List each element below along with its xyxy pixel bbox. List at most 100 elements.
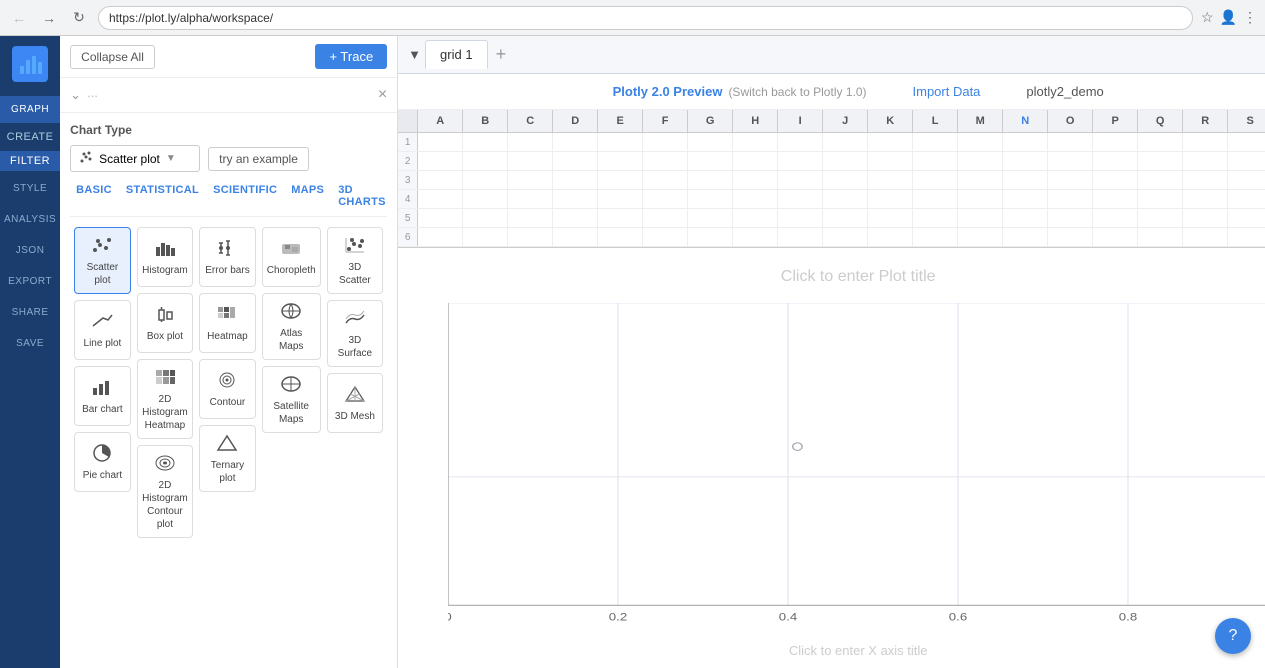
sheet-cell[interactable] — [598, 190, 643, 208]
sheet-cell[interactable] — [1183, 133, 1228, 151]
sheet-cell[interactable] — [778, 228, 823, 246]
bookmark-icon[interactable]: ☆ — [1201, 9, 1214, 26]
try-example-button[interactable]: try an example — [208, 147, 309, 171]
refresh-button[interactable]: ↻ — [68, 7, 90, 29]
nav-item-export[interactable]: EXPORT — [0, 268, 60, 295]
sheet-cell[interactable] — [1093, 133, 1138, 151]
sheet-cell[interactable] — [823, 209, 868, 227]
sheet-cell[interactable] — [1093, 190, 1138, 208]
sheet-cell[interactable] — [913, 209, 958, 227]
x-axis-title[interactable]: Click to enter X axis title — [789, 643, 928, 658]
sheet-cell[interactable] — [1048, 152, 1093, 170]
category-statistical[interactable]: STATISTICAL — [120, 182, 205, 210]
sheet-cell[interactable] — [1003, 152, 1048, 170]
menu-icon[interactable]: ⋮ — [1243, 9, 1257, 26]
sheet-cell[interactable] — [1138, 190, 1183, 208]
sheet-cell[interactable] — [463, 133, 508, 151]
table-row[interactable]: 3 — [398, 171, 1265, 190]
sheet-cell[interactable] — [1048, 209, 1093, 227]
chart-box-plot[interactable]: Box plot — [137, 293, 194, 353]
sheet-cell[interactable] — [913, 171, 958, 189]
sheet-cell[interactable] — [958, 171, 1003, 189]
chart-3d-scatter[interactable]: 3D Scatter — [327, 227, 384, 294]
sheet-cell[interactable] — [553, 152, 598, 170]
category-basic[interactable]: BASIC — [70, 182, 118, 210]
sheet-cell[interactable] — [868, 133, 913, 151]
sheet-cell[interactable] — [1093, 171, 1138, 189]
sheet-cell[interactable] — [1003, 171, 1048, 189]
forward-button[interactable]: → — [38, 7, 60, 29]
sheet-cell[interactable] — [778, 190, 823, 208]
sheet-cell[interactable] — [1093, 152, 1138, 170]
sheet-cell[interactable] — [1003, 190, 1048, 208]
sheet-cell[interactable] — [508, 209, 553, 227]
sheet-cell[interactable] — [508, 133, 553, 151]
add-trace-button[interactable]: + Trace — [315, 44, 387, 69]
sheet-cell[interactable] — [643, 133, 688, 151]
sheet-cell[interactable] — [598, 228, 643, 246]
sheet-cell[interactable] — [643, 171, 688, 189]
sheet-cell[interactable] — [463, 190, 508, 208]
chart-satellite-maps[interactable]: Satellite Maps — [262, 366, 321, 433]
category-maps[interactable]: MAPS — [285, 182, 330, 210]
sheet-cell[interactable] — [1048, 190, 1093, 208]
sheet-cell[interactable] — [1093, 209, 1138, 227]
sheet-cell[interactable] — [913, 228, 958, 246]
chart-ternary-plot[interactable]: Ternary plot — [199, 425, 256, 492]
dropdown-arrow-tab[interactable]: ▼ — [408, 47, 421, 62]
chart-type-select[interactable]: Scatter plot ▼ — [70, 145, 200, 172]
chart-choropleth[interactable]: Choropleth — [262, 227, 321, 287]
sheet-cell[interactable] — [598, 171, 643, 189]
chart-heatmap[interactable]: Heatmap — [199, 293, 256, 353]
switch-back-link[interactable]: (Switch back to Plotly 1.0) — [728, 85, 866, 99]
sheet-cell[interactable] — [508, 190, 553, 208]
sheet-cell[interactable] — [1003, 209, 1048, 227]
nav-item-analysis[interactable]: ANALYSIS — [0, 206, 60, 233]
sheet-cell[interactable] — [418, 228, 463, 246]
tab-grid-1[interactable]: grid 1 — [425, 40, 488, 69]
chart-histogram[interactable]: Histogram — [137, 227, 194, 287]
sheet-cell[interactable] — [1183, 190, 1228, 208]
sheet-cell[interactable] — [418, 133, 463, 151]
table-row[interactable]: 6 — [398, 228, 1265, 247]
nav-item-share[interactable]: SHARE — [0, 299, 60, 326]
chart-atlas-maps[interactable]: Atlas Maps — [262, 293, 321, 360]
sheet-cell[interactable] — [1003, 133, 1048, 151]
sheet-cell[interactable] — [688, 190, 733, 208]
sheet-cell[interactable] — [1228, 133, 1265, 151]
sheet-cell[interactable] — [598, 133, 643, 151]
sheet-cell[interactable] — [553, 171, 598, 189]
sheet-cell[interactable] — [643, 152, 688, 170]
nav-item-graph[interactable]: GRAPH — [0, 96, 60, 123]
sheet-cell[interactable] — [958, 190, 1003, 208]
sheet-cell[interactable] — [733, 152, 778, 170]
sheet-cell[interactable] — [778, 133, 823, 151]
sheet-cell[interactable] — [1228, 209, 1265, 227]
sheet-cell[interactable] — [553, 133, 598, 151]
nav-item-save[interactable]: SAVE — [0, 330, 60, 357]
chart-contour[interactable]: Contour — [199, 359, 256, 419]
sheet-cell[interactable] — [598, 209, 643, 227]
sheet-cell[interactable] — [508, 228, 553, 246]
sheet-cell[interactable] — [553, 228, 598, 246]
sheet-cell[interactable] — [823, 152, 868, 170]
table-row[interactable]: 4 — [398, 190, 1265, 209]
chart-bar-chart[interactable]: Bar chart — [74, 366, 131, 426]
sheet-cell[interactable] — [553, 190, 598, 208]
sheet-cell[interactable] — [1183, 171, 1228, 189]
sheet-cell[interactable] — [688, 171, 733, 189]
sheet-cell[interactable] — [1138, 228, 1183, 246]
sheet-cell[interactable] — [688, 152, 733, 170]
sheet-cell[interactable] — [1048, 171, 1093, 189]
sheet-cell[interactable] — [1093, 228, 1138, 246]
sheet-cell[interactable] — [913, 133, 958, 151]
sheet-cell[interactable] — [463, 171, 508, 189]
sheet-cell[interactable] — [913, 190, 958, 208]
url-bar[interactable] — [98, 6, 1193, 30]
table-row[interactable]: 2 — [398, 152, 1265, 171]
sheet-cell[interactable] — [1138, 209, 1183, 227]
sheet-cell[interactable] — [868, 209, 913, 227]
table-row[interactable]: 1 — [398, 133, 1265, 152]
sheet-cell[interactable] — [1183, 209, 1228, 227]
sheet-cell[interactable] — [418, 152, 463, 170]
